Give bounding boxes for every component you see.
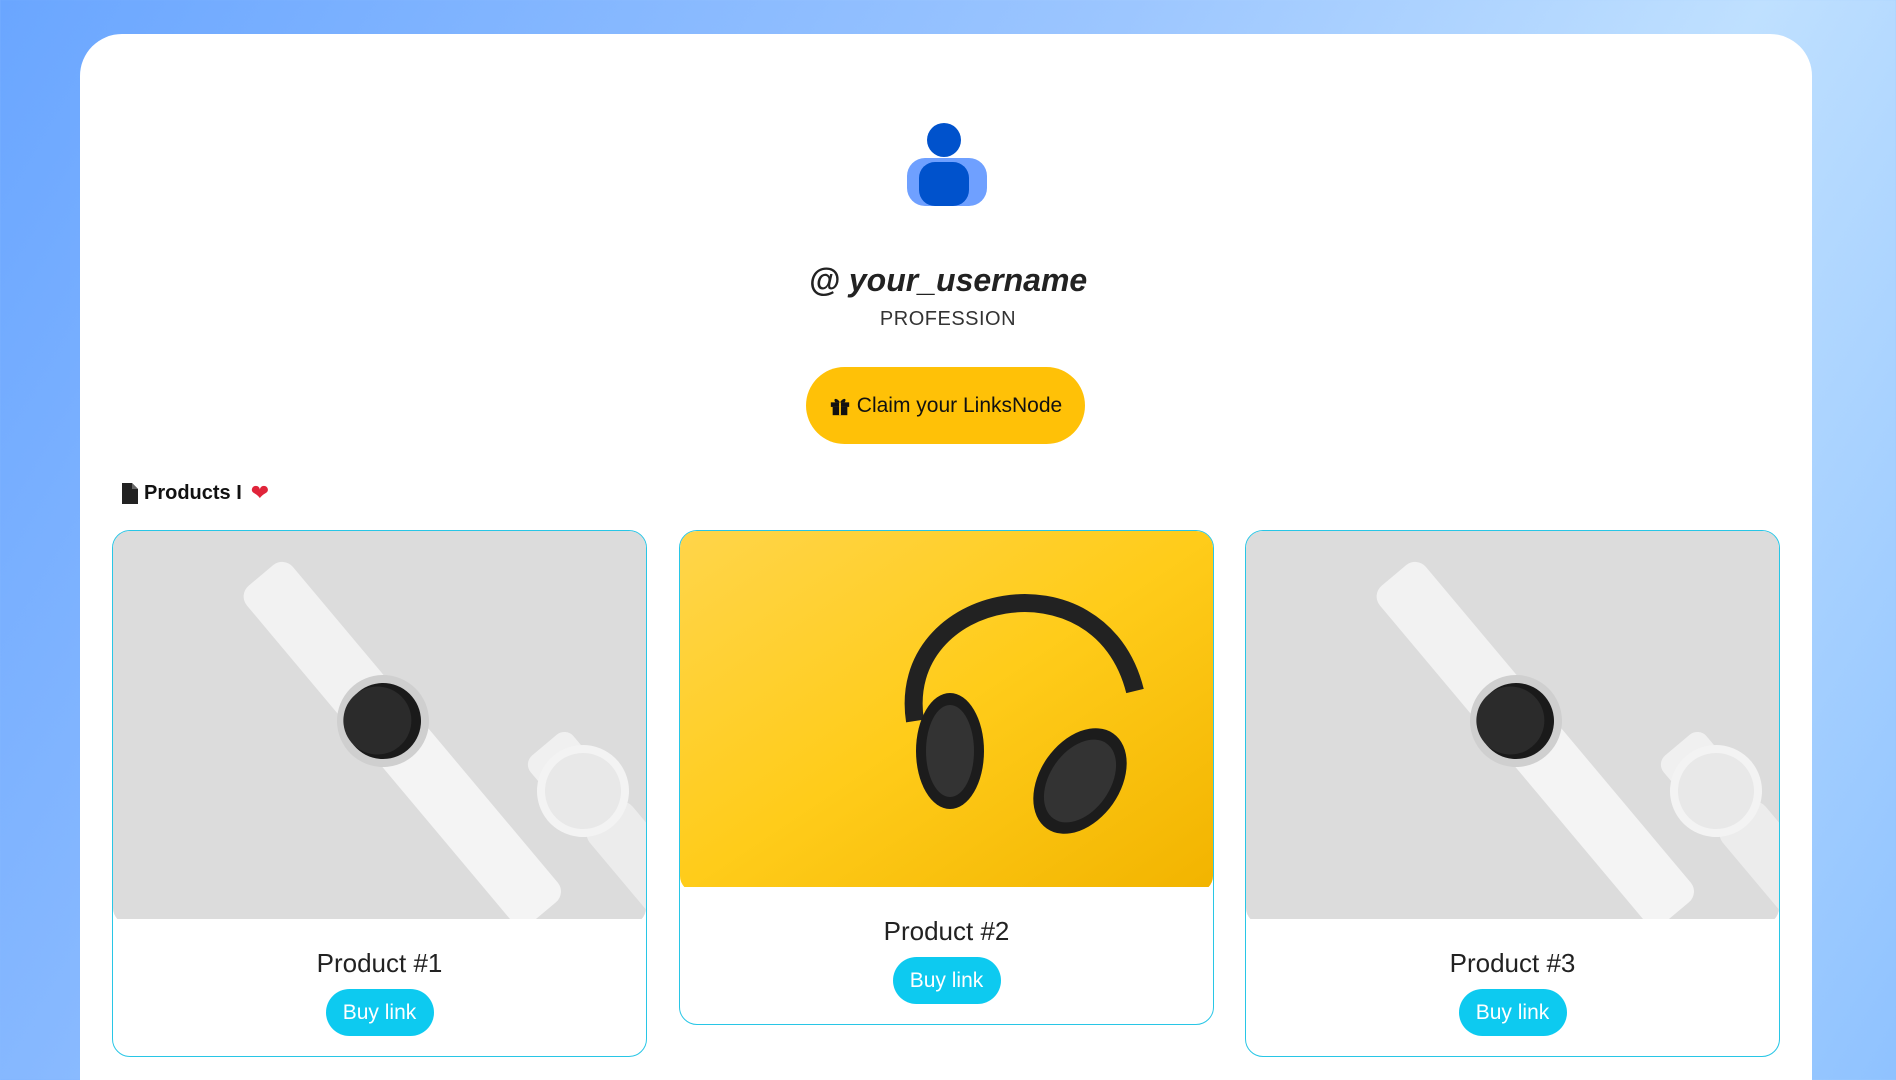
product-image (1246, 531, 1779, 924)
user-avatar-icon (907, 123, 987, 206)
profession: PROFESSION (879, 308, 1017, 330)
buy-link-button[interactable]: Buy link (1458, 989, 1567, 1036)
product-name: Product #1 (316, 948, 443, 978)
product-name: Product #2 (883, 916, 1010, 946)
claim-button-label: Claim your LinksNode (856, 393, 1063, 417)
watch-image (113, 531, 646, 924)
document-icon (122, 482, 138, 504)
product-image (113, 531, 646, 924)
claim-linksnode-button[interactable]: Claim your LinksNode (806, 367, 1085, 444)
product-card: Product #3 Buy link (1245, 530, 1780, 1057)
watch-image (1246, 531, 1779, 924)
heart-emoji: ❤ (250, 480, 270, 505)
product-image (680, 531, 1213, 892)
buy-link-button[interactable]: Buy link (325, 989, 434, 1036)
gift-icon (830, 398, 849, 415)
buy-link-button[interactable]: Buy link (892, 957, 1001, 1004)
section-heading: Products I ❤ (122, 480, 269, 506)
product-card: Product #1 Buy link (112, 530, 647, 1057)
headphones-image (680, 531, 1213, 887)
product-name: Product #3 (1449, 948, 1576, 978)
product-card: Product #2 Buy link (679, 530, 1214, 1025)
section-title: Products I (144, 481, 242, 504)
username: @ your_username (808, 262, 1088, 298)
